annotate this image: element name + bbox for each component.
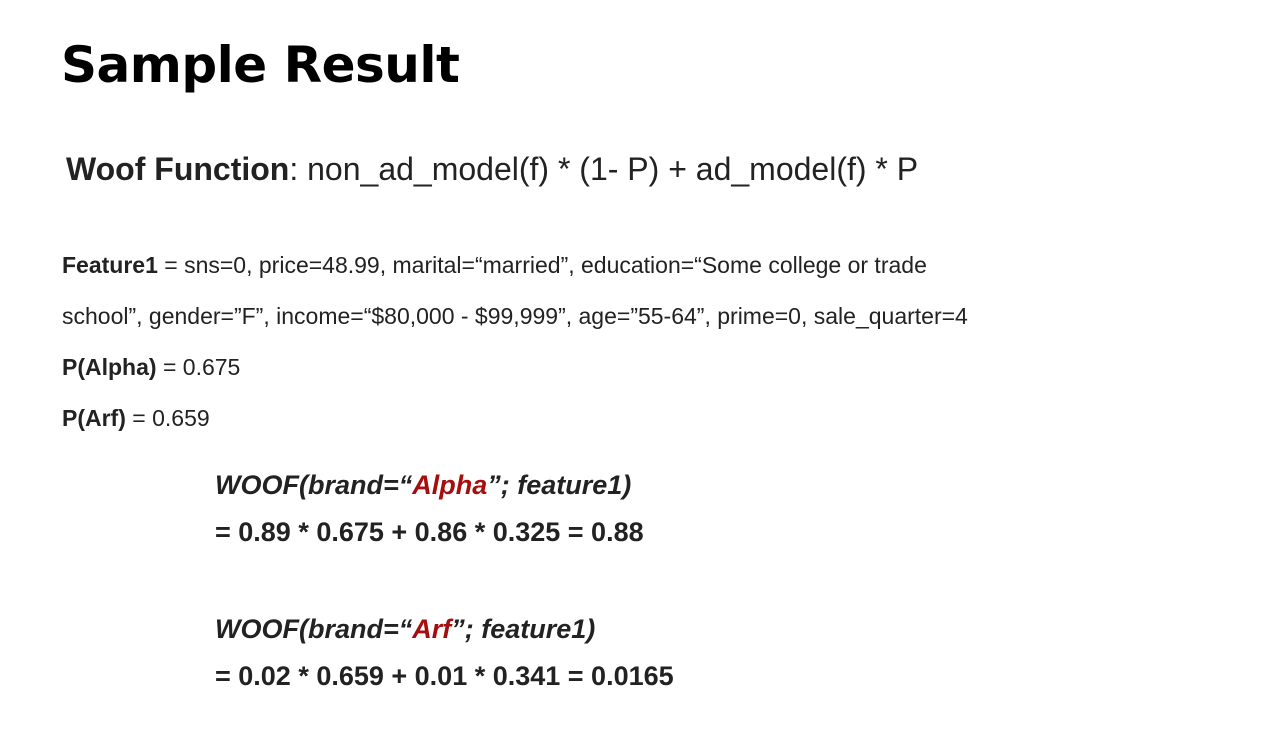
- feature1-values-line1: = sns=0, price=48.99, marital=“married”,…: [157, 252, 927, 278]
- probability-arf: P(Arf) = 0.659: [62, 393, 1202, 444]
- calculation-alpha-brand: Alpha: [412, 470, 488, 500]
- woof-function-label: Woof Function: [66, 151, 290, 187]
- woof-function-definition: Woof Function: non_ad_model(f) * (1- P) …: [66, 151, 918, 188]
- calculation-alpha-expression: WOOF(brand=“Alpha”; feature1): [215, 462, 644, 509]
- calculation-arf-suffix: ”; feature1): [451, 614, 596, 644]
- calculation-arf: WOOF(brand=“Arf”; feature1) = 0.02 * 0.6…: [215, 606, 674, 700]
- slide: Sample Result Woof Function: non_ad_mode…: [0, 0, 1268, 754]
- feature1-label: Feature1: [62, 252, 158, 278]
- page-title: Sample Result: [61, 36, 460, 94]
- probability-arf-value: = 0.659: [125, 405, 210, 431]
- probability-alpha-label: P(Alpha): [62, 354, 157, 380]
- probability-alpha-value: = 0.675: [156, 354, 241, 380]
- calculation-alpha: WOOF(brand=“Alpha”; feature1) = 0.89 * 0…: [215, 462, 644, 556]
- calculation-alpha-result: = 0.89 * 0.675 + 0.86 * 0.325 = 0.88: [215, 517, 644, 547]
- feature-section: Feature1 = sns=0, price=48.99, marital=“…: [62, 240, 1202, 444]
- woof-function-formula: : non_ad_model(f) * (1- P) + ad_model(f)…: [289, 151, 919, 187]
- calculation-arf-prefix: WOOF(brand=“: [215, 614, 413, 644]
- calculation-alpha-suffix: ”; feature1): [487, 470, 632, 500]
- calculation-arf-expression: WOOF(brand=“Arf”; feature1): [215, 606, 674, 653]
- probability-alpha: P(Alpha) = 0.675: [62, 342, 1202, 393]
- calculation-arf-brand: Arf: [412, 614, 452, 644]
- probability-arf-label: P(Arf): [62, 405, 126, 431]
- feature1-line: Feature1 = sns=0, price=48.99, marital=“…: [62, 240, 1202, 291]
- feature1-values-line2: school”, gender=”F”, income=“$80,000 - $…: [62, 303, 968, 329]
- calculation-arf-result: = 0.02 * 0.659 + 0.01 * 0.341 = 0.0165: [215, 661, 674, 691]
- calculation-alpha-prefix: WOOF(brand=“: [215, 470, 413, 500]
